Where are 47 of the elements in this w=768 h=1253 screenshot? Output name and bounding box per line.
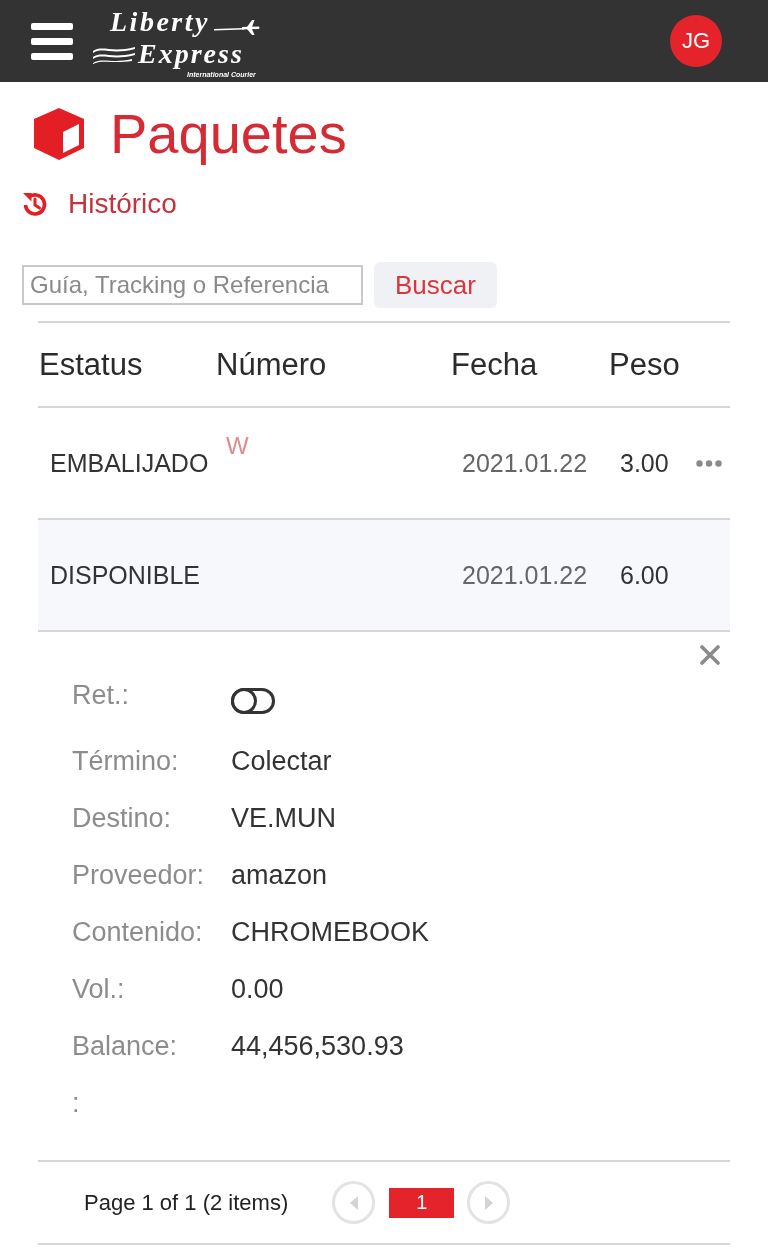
column-header: Fecha	[450, 346, 538, 383]
field-value: CHROMEBOOK	[231, 917, 430, 948]
airplane-icon	[213, 19, 260, 36]
field-label: Balance:	[72, 1031, 178, 1062]
search-field[interactable]: Guía, Tracking o Referencia	[22, 265, 363, 305]
column-header: Estatus	[38, 346, 143, 383]
field-value: amazon	[231, 860, 328, 891]
toggle-switch[interactable]	[231, 687, 275, 714]
history-link[interactable]: Histórico	[22, 188, 177, 220]
field-label: :	[72, 1088, 80, 1119]
page-button[interactable]: 1	[389, 1187, 455, 1218]
date-cell: 2021.01.22	[462, 560, 588, 590]
more-button[interactable]	[696, 459, 722, 467]
menu-icon	[31, 22, 73, 60]
page-title: Paquetes	[110, 101, 347, 167]
weight-cell: 3.00	[620, 448, 669, 478]
field-label: Ret.:	[72, 680, 130, 711]
column-header: Número	[215, 346, 327, 383]
box-icon	[32, 107, 86, 161]
pager-summary: Page 1 of 1 (2 items)	[84, 1189, 289, 1216]
field-label: Vol.:	[72, 974, 125, 1005]
caret-right-icon	[484, 1195, 493, 1210]
search-button[interactable]: Buscar	[374, 262, 497, 308]
status-cell: DISPONIBLE	[50, 560, 201, 590]
column-header: Peso	[608, 346, 680, 383]
field-value: VE.MUN	[231, 803, 336, 834]
number-link[interactable]: W	[226, 432, 249, 460]
field-label: Término:	[72, 746, 179, 777]
logo-text: Liberty	[110, 5, 211, 38]
logo-text: Express	[138, 37, 245, 70]
close-button[interactable]	[700, 645, 720, 665]
weight-cell: 6.00	[620, 560, 669, 590]
close-icon	[700, 645, 720, 665]
caret-left-icon	[349, 1195, 358, 1210]
field-value: 0.00	[231, 974, 284, 1005]
field-value: Colectar	[231, 746, 332, 777]
date-cell: 2021.01.22	[462, 448, 588, 478]
menu-button[interactable]	[30, 22, 74, 60]
status-cell: EMBALIJADO	[50, 448, 209, 478]
user-avatar[interactable]: JG	[670, 15, 722, 67]
field-label: Destino:	[72, 803, 172, 834]
field-label: Proveedor:	[72, 860, 205, 891]
history-icon	[22, 191, 48, 217]
more-icon	[696, 459, 722, 467]
table-row[interactable]: DISPONIBLE 2021.01.22 6.00	[38, 520, 730, 632]
field-label: Contenido:	[72, 917, 203, 948]
field-value: 44,456,530.93	[231, 1031, 404, 1062]
